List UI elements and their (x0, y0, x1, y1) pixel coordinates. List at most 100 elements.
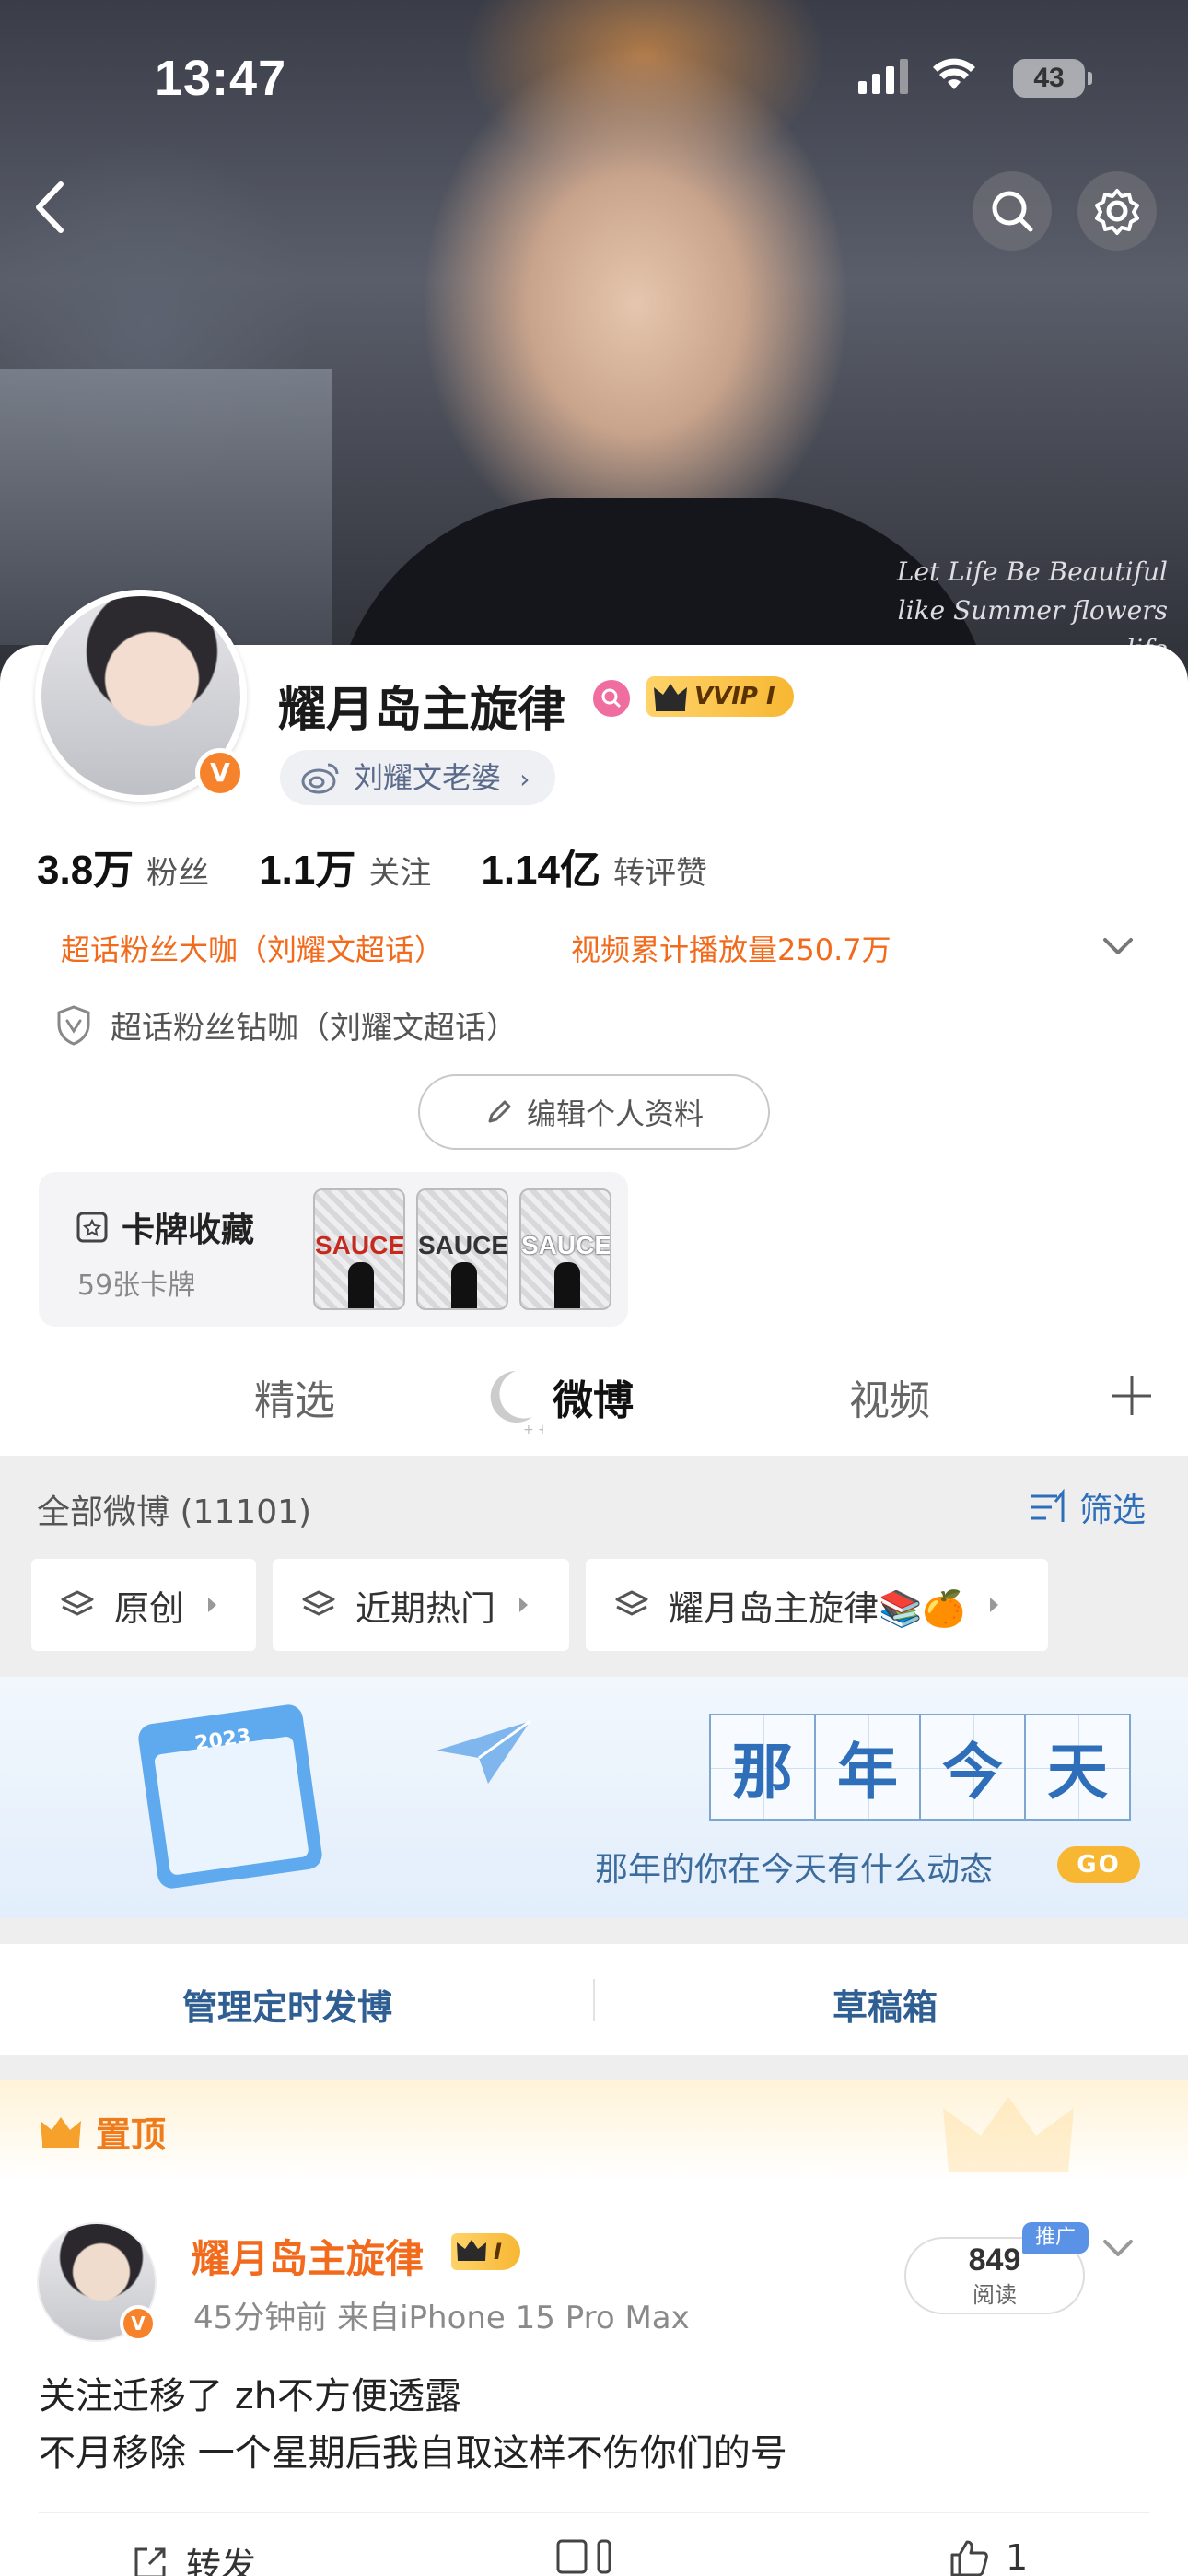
following-count[interactable]: 1.1万 (259, 837, 355, 896)
like-count: 1 (1006, 2537, 1029, 2576)
back-button[interactable] (24, 175, 79, 240)
post-actions: 转发 1 (0, 2532, 1188, 2576)
post-body[interactable]: 关注迁移了 zh不方便透露 不月移除 一个星期后我自取这样不伤你们的号 (39, 2368, 787, 2482)
filter-button[interactable]: 筛选 (1030, 1483, 1146, 1531)
add-tab-icon[interactable] (1109, 1373, 1155, 1419)
honor-super-fan[interactable]: 超话粉丝大咖（刘耀文超话） (61, 927, 444, 969)
title-char: 年 (814, 1714, 921, 1821)
likes-label[interactable]: 转评赞 (613, 848, 707, 893)
collected-card[interactable]: SAUCE (313, 1188, 405, 1310)
chip-label: 耀月岛主旋律📚🍊 (669, 1587, 966, 1629)
share-icon (134, 2547, 166, 2576)
search-icon (992, 191, 1033, 232)
post-meta: 45分钟前 来自iPhone 15 Pro Max (193, 2300, 690, 2336)
calendar-icon: 2023 (136, 1703, 324, 1891)
pinned-header: 置顶 (0, 2080, 1188, 2182)
card-collection-title: 卡牌收藏 (74, 1203, 254, 1251)
thumbs-up-icon (950, 2540, 988, 2576)
chip-label: 近期热门 (355, 1587, 496, 1629)
weibo-icon (301, 763, 339, 794)
feed-filter-area: 全部微博 (11101) 筛选 原创 近期热门 耀月岛主旋律📚🍊 (0, 1456, 1188, 1677)
battery-indicator: 43 (1013, 59, 1092, 98)
search-badge-icon[interactable] (593, 680, 630, 717)
crown-watermark-icon (943, 2097, 1074, 2172)
chevron-down-icon[interactable] (1100, 2233, 1136, 2265)
promote-badge[interactable]: 推广 (1022, 2222, 1089, 2254)
vvip-badge[interactable]: VVIP Ⅰ (646, 676, 794, 717)
profile-username: 耀月岛主旋律 (278, 683, 566, 738)
settings-button[interactable] (1077, 171, 1157, 251)
likes-count[interactable]: 1.14亿 (481, 837, 600, 896)
post-management-row: 管理定时发博 草稿箱 (0, 1944, 1188, 2055)
tab-featured[interactable]: 精选 (254, 1367, 335, 1426)
drafts-button[interactable]: 草稿箱 (833, 1979, 938, 2030)
caption-line: Let Life Be Beautiful (896, 556, 1168, 587)
status-icons (858, 57, 976, 94)
repost-button[interactable]: 转发 (131, 2537, 256, 2576)
chevron-right-icon: › (519, 764, 530, 794)
honor-diamond-label: 超话粉丝钻咖（刘耀文超话） (111, 1010, 518, 1047)
card-art-text: SAUCE (315, 1231, 405, 1259)
collected-card[interactable]: SAUCE (416, 1188, 508, 1310)
go-button[interactable]: GO (1057, 1846, 1140, 1883)
section-divider (0, 1918, 1188, 1944)
on-this-day-title: 那 年 今 天 (709, 1714, 1131, 1821)
crown-icon (457, 2240, 486, 2261)
chevron-left-icon (36, 181, 64, 233)
post-vip-badge[interactable]: Ⅰ (451, 2233, 520, 2270)
search-button[interactable] (973, 171, 1052, 251)
gear-icon (1095, 189, 1139, 235)
caption-line: like Summer flowers (897, 595, 1168, 626)
layers-icon (302, 1590, 335, 1616)
scheduled-posts-button[interactable]: 管理定时发博 (182, 1979, 392, 2030)
tab-weibo[interactable]: 微博 (553, 1367, 634, 1426)
comment-icon (556, 2539, 611, 2574)
title-char: 那 (709, 1714, 816, 1821)
cellular-signal-icon (858, 57, 908, 94)
chip-original[interactable]: 原创 (31, 1559, 256, 1651)
card-art-text: SAUCE (521, 1231, 611, 1259)
on-this-day-subtitle: 那年的你在今天有什么动态 (595, 1851, 994, 1889)
chip-custom-group[interactable]: 耀月岛主旋律📚🍊 (586, 1559, 1048, 1651)
shield-icon (57, 1004, 90, 1046)
wifi-icon (933, 58, 975, 89)
pinned-text: 置顶 (96, 2114, 167, 2155)
read-label: 阅读 (973, 2282, 1017, 2308)
on-this-day-banner[interactable]: 2023 那 年 今 天 那年的你在今天有什么动态 GO (0, 1677, 1188, 1918)
title-char: 今 (919, 1714, 1026, 1821)
comment-button[interactable] (556, 2537, 630, 2576)
layers-icon (61, 1590, 94, 1616)
post-vip-label: Ⅰ (494, 2239, 502, 2265)
crown-icon (41, 2116, 81, 2148)
profile-stats: 3.8万 粉丝 1.1万 关注 1.14亿 转评赞 (37, 837, 757, 896)
chip-recent-hot[interactable]: 近期热门 (273, 1559, 569, 1651)
tab-video[interactable]: 视频 (849, 1367, 930, 1426)
collected-card[interactable]: SAUCE (519, 1188, 611, 1310)
moon-icon: + + . (490, 1371, 543, 1437)
honor-diamond-row[interactable]: 超话粉丝钻咖（刘耀文超话） (55, 1002, 518, 1048)
chip-label: 原创 (114, 1587, 185, 1629)
edit-profile-button[interactable]: 编辑个人资料 (418, 1074, 770, 1150)
followers-count[interactable]: 3.8万 (37, 837, 134, 896)
section-divider (0, 2055, 1188, 2080)
crown-icon (654, 684, 687, 711)
filter-label: 筛选 (1078, 1492, 1146, 1529)
edit-profile-label: 编辑个人资料 (526, 1096, 704, 1131)
divider (593, 1979, 595, 2021)
post-text-line: 关注迁移了 zh不方便透露 (39, 2375, 462, 2418)
honor-video-plays[interactable]: 视频累计播放量250.7万 (571, 927, 891, 969)
chevron-down-icon[interactable] (1100, 931, 1136, 964)
profile-tabs: 精选 + + . 微博 视频 (0, 1341, 1188, 1456)
all-posts-count: 全部微博 (11101) (37, 1493, 312, 1531)
followers-label[interactable]: 粉丝 (146, 848, 209, 893)
svg-text:+ + .: + + . (523, 1423, 543, 1437)
super-topic-tag[interactable]: 刘耀文老婆 › (280, 750, 556, 805)
like-button[interactable]: 1 (949, 2537, 1028, 2576)
following-label[interactable]: 关注 (368, 848, 431, 893)
card-collection[interactable]: 卡牌收藏 59张卡牌 SAUCE SAUCE SAUCE (39, 1172, 628, 1327)
status-time: 13:47 (155, 51, 287, 106)
post-author-name[interactable]: 耀月岛主旋律 (192, 2228, 424, 2284)
post-divider (39, 2512, 1149, 2513)
verified-badge: V (195, 748, 245, 798)
card-collection-label: 卡牌收藏 (122, 1212, 255, 1249)
